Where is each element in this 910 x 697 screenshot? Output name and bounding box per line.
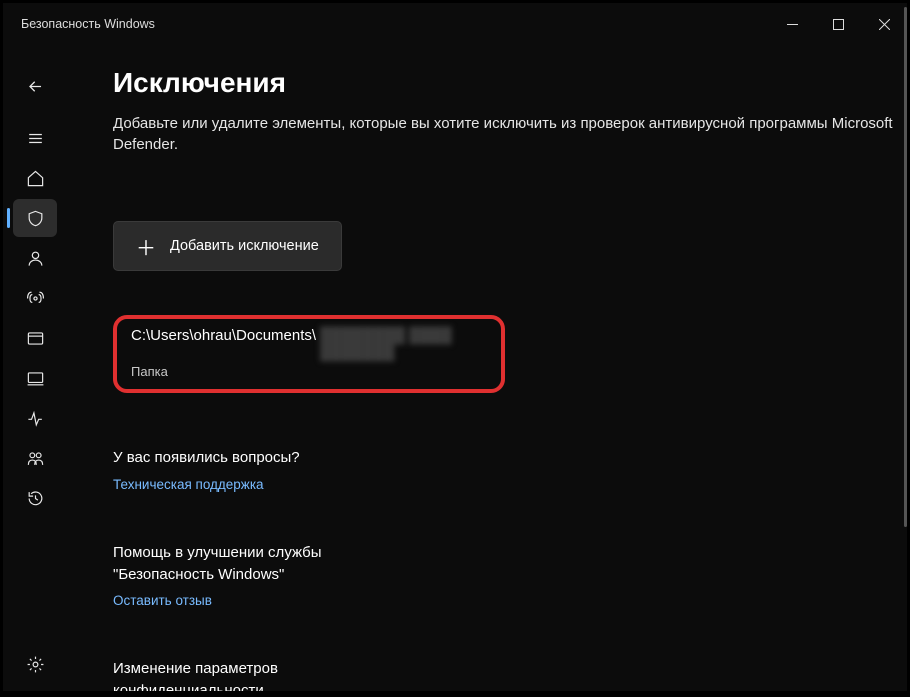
- firewall-icon[interactable]: [13, 279, 57, 317]
- questions-heading: У вас появились вопросы?: [113, 447, 373, 469]
- exclusion-type: Папка: [131, 364, 487, 379]
- exclusion-item[interactable]: C:\Users\ohrau\Documents\ ████████ ████ …: [113, 315, 505, 393]
- scrollbar-thumb[interactable]: [904, 7, 907, 527]
- titlebar: Безопасность Windows: [3, 3, 907, 45]
- device-icon[interactable]: [13, 359, 57, 397]
- close-button[interactable]: [861, 3, 907, 45]
- main-content: Исключения Добавьте или удалите элементы…: [65, 45, 907, 691]
- settings-icon[interactable]: [13, 645, 57, 683]
- sidebar: [3, 45, 65, 691]
- page-title: Исключения: [113, 67, 905, 99]
- exclusion-path: C:\Users\ohrau\Documents\ ████████ ████ …: [131, 327, 487, 361]
- privacy-section: Изменение параметров конфиденциальности: [113, 658, 905, 691]
- appbrowser-icon[interactable]: [13, 319, 57, 357]
- page-description: Добавьте или удалите элементы, которые в…: [113, 113, 893, 155]
- menu-icon[interactable]: [13, 119, 57, 157]
- privacy-heading: Изменение параметров конфиденциальности: [113, 658, 373, 691]
- scrollbar[interactable]: [903, 5, 907, 689]
- improve-heading: Помощь в улучшении службы "Безопасность …: [113, 542, 373, 586]
- window-title: Безопасность Windows: [21, 17, 155, 31]
- back-button[interactable]: [13, 67, 57, 105]
- add-exclusion-button[interactable]: ＋ Добавить исключение: [113, 221, 342, 271]
- questions-section: У вас появились вопросы? Техническая под…: [113, 447, 905, 492]
- support-link[interactable]: Техническая поддержка: [113, 477, 905, 492]
- add-exclusion-label: Добавить исключение: [170, 238, 319, 254]
- minimize-button[interactable]: [769, 3, 815, 45]
- history-icon[interactable]: [13, 479, 57, 517]
- improve-section: Помощь в улучшении службы "Безопасность …: [113, 542, 905, 609]
- account-icon[interactable]: [13, 239, 57, 277]
- performance-icon[interactable]: [13, 399, 57, 437]
- maximize-button[interactable]: [815, 3, 861, 45]
- family-icon[interactable]: [13, 439, 57, 477]
- plus-icon: ＋: [136, 232, 156, 261]
- home-icon[interactable]: [13, 159, 57, 197]
- window-controls: [769, 3, 907, 45]
- shield-icon[interactable]: [13, 199, 57, 237]
- feedback-link[interactable]: Оставить отзыв: [113, 593, 905, 608]
